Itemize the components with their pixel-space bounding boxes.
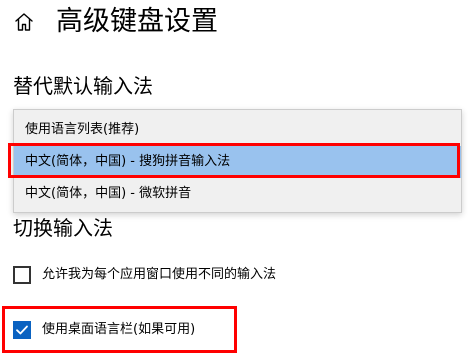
home-icon[interactable] <box>12 10 36 34</box>
desktop-language-bar-option[interactable]: 使用桌面语言栏(如果可用) <box>13 319 195 341</box>
dropdown-item-microsoft-pinyin[interactable]: 中文(简体，中国) - 微软拼音 <box>14 178 461 210</box>
dropdown-item-language-list[interactable]: 使用语言列表(推荐) <box>14 114 461 146</box>
checkmark-icon <box>16 325 28 335</box>
per-app-input-method-option[interactable]: 允许我为每个应用窗口使用不同的输入法 <box>13 264 276 286</box>
section-title-default-input-method: 替代默认输入法 <box>13 74 153 98</box>
page-title: 高级键盘设置 <box>56 6 218 37</box>
section-title-switch-input-method: 切换输入法 <box>13 216 113 240</box>
desktop-language-bar-label: 使用桌面语言栏(如果可用) <box>42 322 196 337</box>
per-app-input-method-checkbox[interactable] <box>13 266 31 284</box>
desktop-language-bar-checkbox[interactable] <box>13 321 31 339</box>
per-app-input-method-label: 允许我为每个应用窗口使用不同的输入法 <box>42 267 277 282</box>
advanced-keyboard-settings-page: 高级键盘设置 替代默认输入法 使用语言列表(推荐) 中文(简体，中国) - 搜狗… <box>0 0 468 358</box>
dropdown-item-sogou-pinyin[interactable]: 中文(简体，中国) - 搜狗拼音输入法 <box>14 146 461 178</box>
input-method-dropdown[interactable]: 使用语言列表(推荐) 中文(简体，中国) - 搜狗拼音输入法 中文(简体，中国)… <box>13 109 462 213</box>
